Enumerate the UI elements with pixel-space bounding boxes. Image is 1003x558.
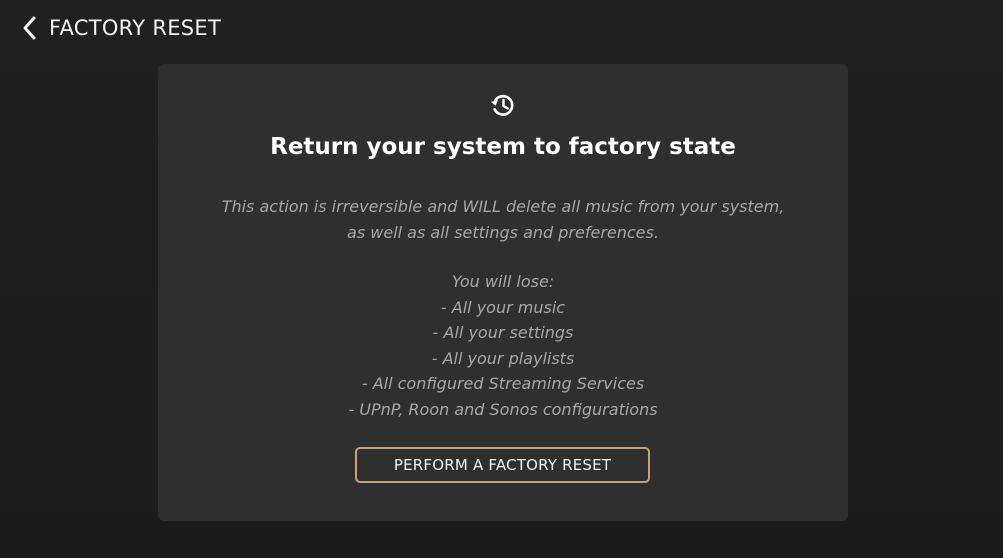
history-icon bbox=[490, 94, 514, 116]
loss-item: - UPnP, Roon and Sonos configurations bbox=[348, 399, 658, 419]
header: FACTORY RESET bbox=[20, 12, 221, 44]
warning-line: as well as all settings and preferences. bbox=[347, 222, 659, 242]
chevron-left-icon bbox=[23, 16, 36, 40]
loss-item: - All your music bbox=[440, 297, 566, 317]
factory-reset-card: Return your system to factory state This… bbox=[158, 64, 848, 521]
warning-text: This action is irreversible and WILL del… bbox=[178, 194, 828, 245]
warning-line: This action is irreversible and WILL del… bbox=[221, 197, 785, 216]
perform-factory-reset-button[interactable]: PERFORM A FACTORY RESET bbox=[355, 447, 650, 483]
back-button[interactable] bbox=[20, 14, 40, 42]
card-heading: Return your system to factory state bbox=[270, 134, 736, 160]
loss-item: - All configured Streaming Services bbox=[361, 374, 645, 394]
loss-item: - All your playlists bbox=[431, 348, 575, 368]
page-title: FACTORY RESET bbox=[49, 16, 222, 40]
loss-list-title: You will lose: bbox=[451, 272, 555, 291]
loss-list: You will lose: - All your music - All yo… bbox=[178, 269, 828, 423]
loss-item: - All your settings bbox=[432, 323, 574, 343]
